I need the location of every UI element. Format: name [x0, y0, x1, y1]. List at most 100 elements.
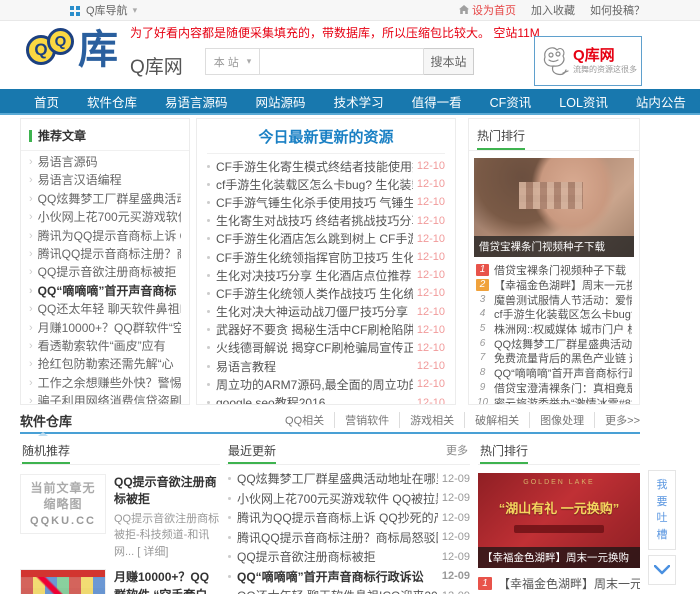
feedback-button[interactable]: 我要吐槽: [648, 470, 676, 550]
rank-item-link[interactable]: 6 QQ炫舞梦工厂群星盛典活动地址在: [476, 336, 632, 351]
resource-link[interactable]: CF手游生化寄生模式终结者技能使用技巧 生 12-10: [207, 157, 445, 175]
set-home-link[interactable]: 设为首页: [459, 2, 516, 18]
arrow-bullet-icon: ›: [29, 355, 33, 373]
dot-bullet-icon: [207, 346, 210, 349]
article-link[interactable]: › 腾讯QQ提示音商标注册？商: [29, 245, 181, 263]
resource-link[interactable]: 武器好不要贪 揭秘生活中CF刷枪陷阱背后故 12-10: [207, 321, 445, 339]
rank-number-badge: 6: [476, 338, 489, 350]
article-link[interactable]: QQ还太年轻 聊天软件鼻祖ICQ迎来20岁生日 12-09: [228, 586, 470, 594]
article-link[interactable]: › QQ还太年轻 聊天软件鼻祖IC: [29, 300, 181, 318]
rank-item-link[interactable]: 5 株洲网::权威媒体 城市门户 株洲: [476, 322, 632, 337]
how-to-submit-link[interactable]: 如何投稿？: [590, 2, 645, 18]
article-link[interactable]: › 小伙网上花700元买游戏软件: [29, 208, 181, 226]
add-favorite-link[interactable]: 加入收藏: [531, 2, 575, 18]
recommend-panel: 推荐文章 › 易语言源码 › 易语言汉语编程 ›: [20, 118, 190, 405]
today-list: CF手游生化寄生模式终结者技能使用技巧 生 12-10 cf手游生化装载区怎么卡…: [197, 154, 455, 405]
resource-link[interactable]: 易语言教程 12-10: [207, 357, 445, 375]
resource-link[interactable]: CF手游气锤生化杀手使用技巧 气锤生化杀手 12-10: [207, 193, 445, 211]
article-link[interactable]: › 工作之余想赚些外快？警惕: [29, 374, 181, 392]
article-link[interactable]: 腾讯QQ提示音商标注册？商标局怒驳回 12-09: [228, 528, 470, 548]
dot-bullet-icon: [228, 497, 231, 500]
article-card[interactable]: 当前文章无缩略图 QQKU.CC QQ提示音欲注册商标被拒 QQ提示音欲注册商标…: [20, 474, 220, 560]
resource-link[interactable]: CF手游生化酒店怎么跳到树上 CF手游生化酒 12-10: [207, 230, 445, 248]
nav-item[interactable]: 软件仓库: [73, 89, 151, 113]
resource-link[interactable]: 火线德哥解说 揭穿CF刷枪骗局宣传正能量 12-10: [207, 339, 445, 357]
article-link[interactable]: QQ提示音欲注册商标被拒 12-09: [228, 547, 470, 567]
nav-item[interactable]: 网站源码: [242, 89, 320, 113]
recent-update-header: 最近更新 更多: [226, 440, 470, 465]
resource-link[interactable]: cf手游生化装载区怎么卡bug? 生化装载区卡b 12-10: [207, 175, 445, 193]
resource-link[interactable]: 生化对决技巧分享 生化酒店点位推荐 12-10: [207, 266, 445, 284]
article-link[interactable]: › 月赚10000+？QQ群软件“空: [29, 319, 181, 337]
resource-link[interactable]: google seo教程2016 12-10: [207, 393, 445, 405]
nav-item[interactable]: 首页: [20, 89, 73, 113]
site-nav-menu[interactable]: Q库导航 ▾: [70, 2, 137, 18]
article-link[interactable]: › 腾讯为QQ提示音商标上诉 QQ: [29, 227, 181, 245]
article-card[interactable]: 月赚10000+？QQ群软件 “空手套白 文/历史博客 今天给大家分享的这篇文章…: [20, 569, 220, 594]
article-link[interactable]: QQ“嘀嘀嘀”首开声音商标行政诉讼 12-09: [228, 567, 470, 587]
resource-link[interactable]: CF手游生化统领指挥官防卫技巧 生化统领攻 12-10: [207, 248, 445, 266]
resource-link[interactable]: 周立功的ARM7源码,最全面的周立功的ARM7源 12-10: [207, 375, 445, 393]
rank-item-link[interactable]: 3 魔兽测试服情人节活动：爱情火箭: [476, 292, 632, 307]
rank-item-link[interactable]: 1 【幸福金色湖畔】周末一元: [478, 574, 640, 592]
article-link[interactable]: › 骗子利用网络消费信贷盗刷: [29, 392, 181, 405]
site-name: Q库网: [130, 52, 183, 79]
article-link[interactable]: › 易语言源码: [29, 153, 181, 171]
site-logo[interactable]: Q Q 库: [26, 30, 118, 70]
software-tab[interactable]: 更多>>: [595, 412, 640, 428]
dot-bullet-icon: [207, 328, 210, 331]
article-link[interactable]: 腾讯为QQ提示音商标上诉 QQ抄死的产品却再没机会 12-09: [228, 508, 470, 528]
rank-item-link[interactable]: 7 免费流量背后的黑色产业链 运营: [476, 351, 632, 366]
resource-link[interactable]: 生化寄生对战技巧 终结者挑战技巧分享 12-10: [207, 212, 445, 230]
rank-item-link[interactable]: 10 密云旅游委举办“激情冰雪#8226;: [476, 395, 632, 405]
rank-item-link[interactable]: 2 【幸福金色湖畔】周末一元换购活: [476, 278, 632, 293]
rank-number-badge: 5: [476, 323, 489, 335]
today-title[interactable]: 今日最新更新的资源: [207, 119, 445, 154]
date-label: 12-09: [442, 590, 470, 594]
software-tab[interactable]: 营销软件: [335, 412, 400, 428]
nav-item[interactable]: 易语言源码: [151, 89, 242, 113]
bottom-hot-rank-list: 1 【幸福金色湖畔】周末一元: [478, 568, 640, 592]
resource-link[interactable]: 生化对决大神运动战刀僵尸技巧分享 12-10: [207, 303, 445, 321]
promo-banner[interactable]: Q库网 流舞的资源这很多: [534, 36, 642, 86]
arrow-bullet-icon: ›: [29, 300, 33, 318]
hot-thumbnail[interactable]: 借贷宝裸条门视频种子下载: [474, 158, 634, 257]
more-link[interactable]: 更多: [446, 442, 468, 458]
nav-item[interactable]: LOL资讯: [545, 89, 622, 113]
article-link[interactable]: 小伙网上花700元买游戏软件 QQ被拉黑后才意识到 12-09: [228, 489, 470, 509]
search-button[interactable]: 搜本站: [424, 48, 474, 75]
date-label: 12-10: [417, 342, 445, 354]
rank-item-link[interactable]: 1 借贷宝裸条门视频种子下载: [476, 263, 632, 278]
article-link[interactable]: › QQ炫舞梦工厂群星盛典活动: [29, 190, 181, 208]
rank-item-link[interactable]: 4 cf手游生化装载区怎么卡bug? 生: [476, 307, 632, 322]
rank-number-badge: 3: [476, 294, 489, 306]
nav-item[interactable]: 值得一看: [398, 89, 476, 113]
software-tab[interactable]: 破解相关: [465, 412, 530, 428]
rank-item-link[interactable]: 8 QQ“嘀嘀嘀”首开声音商标行政诉: [476, 366, 632, 381]
software-tab[interactable]: QQ相关: [275, 412, 335, 428]
date-label: 12-10: [417, 397, 445, 405]
software-tab[interactable]: 图像处理: [530, 412, 595, 428]
article-link[interactable]: QQ炫舞梦工厂群星盛典活动地址在哪里 QQ炫舞梦工 12-09: [228, 469, 470, 489]
software-tab[interactable]: 游戏相关: [400, 412, 465, 428]
rank-number-badge: 2: [476, 279, 489, 291]
rank-item-link[interactable]: 9 借贷宝澄清裸条门：真相竟是这样: [476, 381, 632, 396]
search-input[interactable]: [259, 48, 424, 75]
resource-link[interactable]: CF手游生化统领人类作战技巧 生化统领通关 12-10: [207, 284, 445, 302]
article-link[interactable]: › 抢红包防勒索还需先解“心: [29, 355, 181, 373]
rank-number-badge: 1: [476, 264, 489, 276]
nav-item[interactable]: 站内公告: [622, 89, 700, 113]
dot-bullet-icon: [207, 383, 210, 386]
article-link[interactable]: › 易语言汉语编程: [29, 171, 181, 189]
article-link[interactable]: › 看透勒索软件“画皮”应有: [29, 337, 181, 355]
ad-banner[interactable]: GOLDEN LAKE “湖山有礼 一元换购” 【幸福金色湖畔】周末一元换购: [478, 473, 640, 568]
nav-item[interactable]: 技术学习: [320, 89, 398, 113]
search-scope-select[interactable]: 本 站 ▾: [205, 48, 259, 75]
scroll-down-button[interactable]: [648, 555, 676, 585]
nav-item[interactable]: CF资讯: [476, 89, 546, 113]
article-link[interactable]: › QQ“嘀嘀嘀”首开声音商标: [29, 282, 181, 300]
ad-sub-band: [514, 525, 604, 533]
dot-bullet-icon: [207, 165, 210, 168]
article-link[interactable]: › QQ提示音欲注册商标被拒: [29, 263, 181, 281]
software-section-title[interactable]: 软件仓库: [20, 411, 72, 430]
